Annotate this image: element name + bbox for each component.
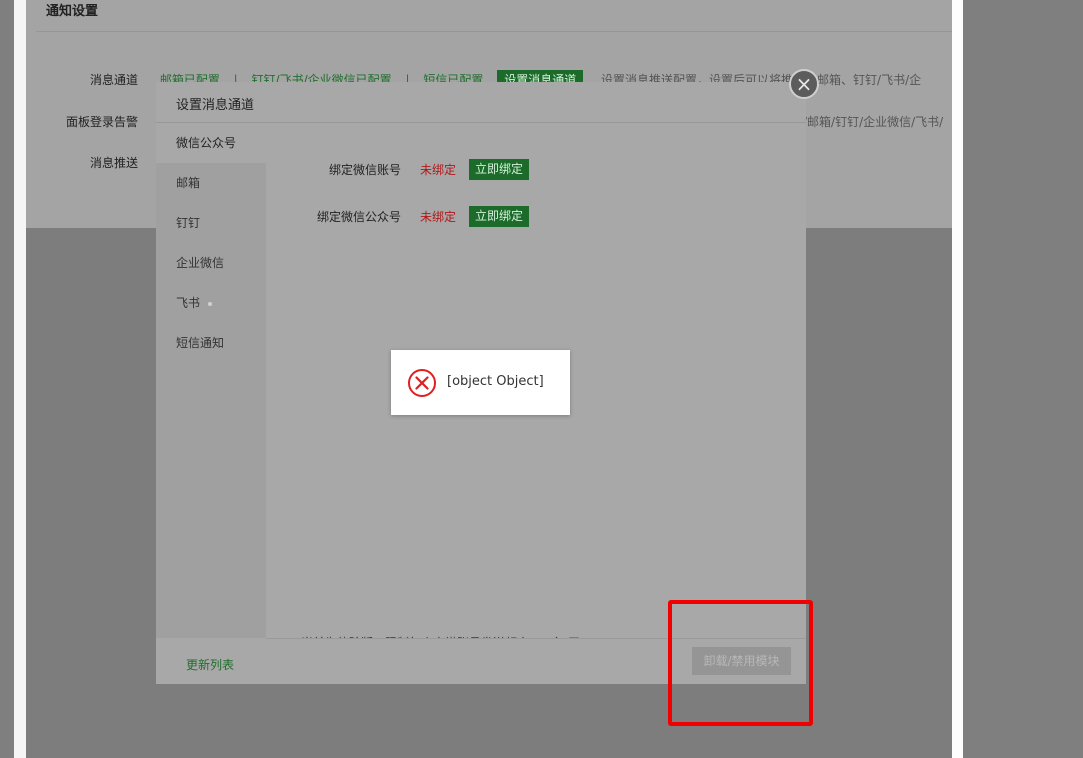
sidebar-item-feishu[interactable]: 飞书 — [156, 283, 266, 323]
login-alert-label: 面板登录告警 — [65, 115, 138, 129]
message-push-row: 消息推送 — [26, 154, 156, 171]
toast-message: [object Object] — [447, 374, 544, 389]
channel-sidebar: 微信公众号 邮箱 钉钉 企业微信 飞书 短信通知 — [156, 123, 266, 638]
settings-title: 通知设置 — [46, 4, 99, 19]
bind-wechat-official-label: 绑定微信公众号 — [316, 210, 401, 224]
bind-now-button[interactable]: 立即绑定 — [469, 159, 530, 180]
page-right-edge — [952, 0, 963, 758]
sidebar-item-email[interactable]: 邮箱 — [156, 163, 266, 203]
page-left-edge — [14, 0, 26, 758]
highlight-annotation-box — [668, 600, 813, 726]
login-alert-row: 面板登录告警 — [26, 113, 156, 130]
error-toast: [object Object] — [391, 350, 570, 415]
bind-wechat-account-row: 绑定微信账号 未绑定 立即绑定 — [266, 159, 806, 181]
bind-wechat-account-label: 绑定微信账号 — [328, 163, 401, 177]
settings-divider — [36, 31, 952, 32]
sidebar-item-label: 邮箱 — [176, 176, 201, 190]
status-dot-icon — [208, 301, 213, 306]
sidebar-item-label: 短信通知 — [176, 336, 225, 350]
bind-status-text: 未绑定 — [420, 210, 457, 224]
sidebar-item-wecom[interactable]: 企业微信 — [156, 243, 266, 283]
bind-now-button[interactable]: 立即绑定 — [469, 206, 530, 227]
login-alert-description: /邮箱/钉钉/企业微信/飞书/ — [803, 115, 944, 129]
bind-status-text: 未绑定 — [420, 163, 457, 177]
error-circle-icon — [408, 369, 436, 397]
sidebar-item-label: 微信公众号 — [176, 136, 237, 150]
modal-title: 设置消息通道 — [176, 98, 255, 113]
sidebar-item-label: 企业微信 — [176, 256, 225, 270]
sidebar-item-wechat-official[interactable]: 微信公众号 — [156, 123, 266, 163]
sidebar-item-sms[interactable]: 短信通知 — [156, 323, 266, 363]
bind-wechat-official-row: 绑定微信公众号 未绑定 立即绑定 — [266, 206, 806, 228]
sidebar-item-dingtalk[interactable]: 钉钉 — [156, 203, 266, 243]
message-channel-label: 消息通道 — [89, 73, 138, 87]
login-alert-description-row: /邮箱/钉钉/企业微信/飞书/ — [803, 113, 943, 130]
close-icon[interactable]: × — [789, 69, 819, 99]
message-push-label: 消息推送 — [89, 156, 138, 170]
update-list-link[interactable]: 更新列表 — [186, 656, 234, 673]
sidebar-item-label: 飞书 — [176, 296, 201, 310]
sidebar-item-label: 钉钉 — [176, 216, 201, 230]
